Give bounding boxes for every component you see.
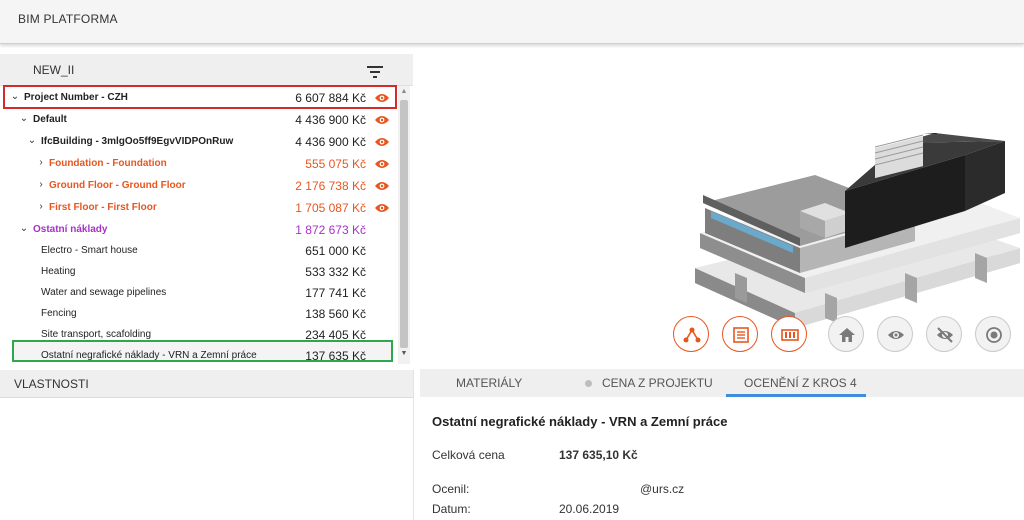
tree-row-water[interactable]: Water and sewage pipelines 177 741 Kč: [0, 283, 398, 304]
tree-rows: ⌄ Project Number - CZH 6 607 884 Kč ⌄ De…: [0, 86, 398, 364]
tree-row-label: Water and sewage pipelines: [41, 287, 167, 298]
tree-row-label: Ostatní negrafické náklady - VRN a Zemní…: [41, 350, 257, 361]
chevron-down-icon[interactable]: ⌄: [10, 91, 20, 103]
tab-materialy[interactable]: MATERIÁLY: [456, 376, 522, 390]
building-model[interactable]: [675, 133, 1024, 328]
eye-icon[interactable]: [374, 114, 390, 126]
chevron-right-icon[interactable]: ›: [36, 157, 46, 169]
hierarchy-button[interactable]: [673, 316, 709, 352]
top-bar: BIM PLATFORMA: [0, 0, 1024, 44]
tree-row-first-floor[interactable]: › First Floor - First Floor 1 705 087 Kč: [0, 198, 398, 219]
properties-header: VLASTNOSTI: [0, 370, 413, 398]
tree-row-label: Heating: [41, 266, 76, 277]
tree-row-price: 2 176 738 Kč: [295, 179, 366, 193]
tree-row-heating[interactable]: Heating 533 332 Kč: [0, 262, 398, 283]
home-icon: [839, 328, 855, 342]
tree-panel: NEW_II ⌄ Project Number - CZH 6 607 884 …: [0, 54, 413, 364]
tree-row-ifcbuilding[interactable]: ⌄ IfcBuilding - 3mlgOo5ff9EgvVIDPOnRuw 4…: [0, 132, 398, 153]
home-button[interactable]: [828, 316, 864, 352]
tree-row-price: 1 872 673 Kč: [295, 223, 366, 237]
scroll-down-arrow-icon[interactable]: ▼: [398, 350, 410, 360]
tree-row-label: Ostatní náklady: [33, 224, 108, 235]
detail-title: Ostatní negrafické náklady - VRN a Zemní…: [432, 414, 728, 429]
tree-row-label: Default: [33, 114, 67, 125]
tree-row-label: Site transport, scafolding: [41, 329, 152, 340]
tree-row-fencing[interactable]: Fencing 138 560 Kč: [0, 304, 398, 325]
tree-row-label: Fencing: [41, 308, 77, 319]
tree-row-price: 177 741 Kč: [305, 286, 366, 300]
tree-row-price: 1 705 087 Kč: [295, 201, 366, 215]
eye-icon[interactable]: [374, 158, 390, 170]
total-price-label: Celková cena: [432, 448, 505, 462]
tree-row-ostatni-naklady[interactable]: ⌄ Ostatní náklady 1 872 673 Kč: [0, 220, 398, 241]
tree-row-ground-floor[interactable]: › Ground Floor - Ground Floor 2 176 738 …: [0, 176, 398, 197]
properties-title: VLASTNOSTI: [14, 377, 89, 391]
scroll-up-arrow-icon[interactable]: ▲: [398, 88, 410, 98]
panel-icon: [781, 329, 799, 341]
list-icon: [733, 327, 749, 343]
tree-row-price: 651 000 Kč: [305, 244, 366, 258]
panel-button[interactable]: [771, 316, 807, 352]
active-tab-indicator: [726, 394, 866, 397]
eye-icon: [888, 331, 904, 339]
target-icon: [986, 327, 1002, 343]
hierarchy-icon: [683, 327, 701, 343]
eye-icon[interactable]: [374, 136, 390, 148]
chevron-right-icon[interactable]: ›: [36, 201, 46, 213]
tree-row-label: Project Number - CZH: [24, 92, 128, 103]
date-label: Datum:: [432, 502, 471, 516]
tree-row-price: 6 607 884 Kč: [295, 91, 366, 105]
priced-by-label: Ocenil:: [432, 482, 470, 496]
chevron-down-icon[interactable]: ⌄: [19, 113, 29, 125]
app-title: BIM PLATFORMA: [18, 12, 118, 26]
tree-header: NEW_II: [0, 54, 413, 86]
hide-button[interactable]: [926, 316, 962, 352]
tab-oceneni-z-kros[interactable]: OCENĚNÍ Z KROS 4: [744, 376, 857, 390]
eye-icon[interactable]: [374, 92, 390, 104]
total-price-value: 137 635,10 Kč: [559, 448, 638, 462]
target-button[interactable]: [975, 316, 1011, 352]
tree-header-title: NEW_II: [33, 63, 75, 77]
list-button[interactable]: [722, 316, 758, 352]
chevron-right-icon[interactable]: ›: [36, 179, 46, 191]
tree-row-price: 137 635 Kč: [305, 349, 366, 363]
date-value: 20.06.2019: [559, 502, 620, 516]
panel-divider: [413, 370, 414, 520]
eye-icon[interactable]: [374, 180, 390, 192]
tree-row-vrn[interactable]: Ostatní negrafické náklady - VRN a Zemní…: [0, 346, 398, 367]
tree-row-label: IfcBuilding - 3mlgOo5ff9EgvVIDPOnRuw: [41, 136, 234, 147]
tree-scrollbar[interactable]: ▲ ▼: [398, 86, 410, 364]
show-button[interactable]: [877, 316, 913, 352]
priced-by-value: @urs.cz: [640, 482, 685, 496]
tree-row-site-transport[interactable]: Site transport, scafolding 234 405 Kč: [0, 325, 398, 346]
status-dot: [585, 380, 592, 387]
tree-row-price: 138 560 Kč: [305, 307, 366, 321]
tree-row-foundation[interactable]: › Foundation - Foundation 555 075 Kč: [0, 154, 398, 175]
tree-row-label: Ground Floor - Ground Floor: [49, 180, 186, 191]
tree-row-label: Foundation - Foundation: [49, 158, 167, 169]
tree-row-label: First Floor - First Floor: [49, 202, 157, 213]
tree-row-price: 4 436 900 Kč: [295, 113, 366, 127]
scroll-thumb[interactable]: [400, 100, 408, 348]
tree-row-price: 234 405 Kč: [305, 328, 366, 342]
tree-row-price: 533 332 Kč: [305, 265, 366, 279]
eye-icon[interactable]: [374, 202, 390, 214]
tree-row-price: 555 075 Kč: [305, 157, 366, 171]
filter-icon[interactable]: [366, 65, 384, 79]
chevron-down-icon[interactable]: ⌄: [19, 223, 29, 235]
tree-row-price: 4 436 900 Kč: [295, 135, 366, 149]
tree-row-label: Electro - Smart house: [41, 245, 138, 256]
tree-row-default[interactable]: ⌄ Default 4 436 900 Kč: [0, 110, 398, 131]
tab-cena-z-projektu[interactable]: CENA Z PROJEKTU: [602, 376, 713, 390]
detail-tabs: MATERIÁLY CENA Z PROJEKTU OCENĚNÍ Z KROS…: [420, 369, 1024, 397]
tree-row-project[interactable]: ⌄ Project Number - CZH 6 607 884 Kč: [0, 88, 398, 109]
model-viewer[interactable]: [415, 48, 1024, 366]
chevron-down-icon[interactable]: ⌄: [27, 135, 37, 147]
eye-off-icon: [937, 327, 953, 343]
tree-row-electro[interactable]: Electro - Smart house 651 000 Kč: [0, 241, 398, 262]
